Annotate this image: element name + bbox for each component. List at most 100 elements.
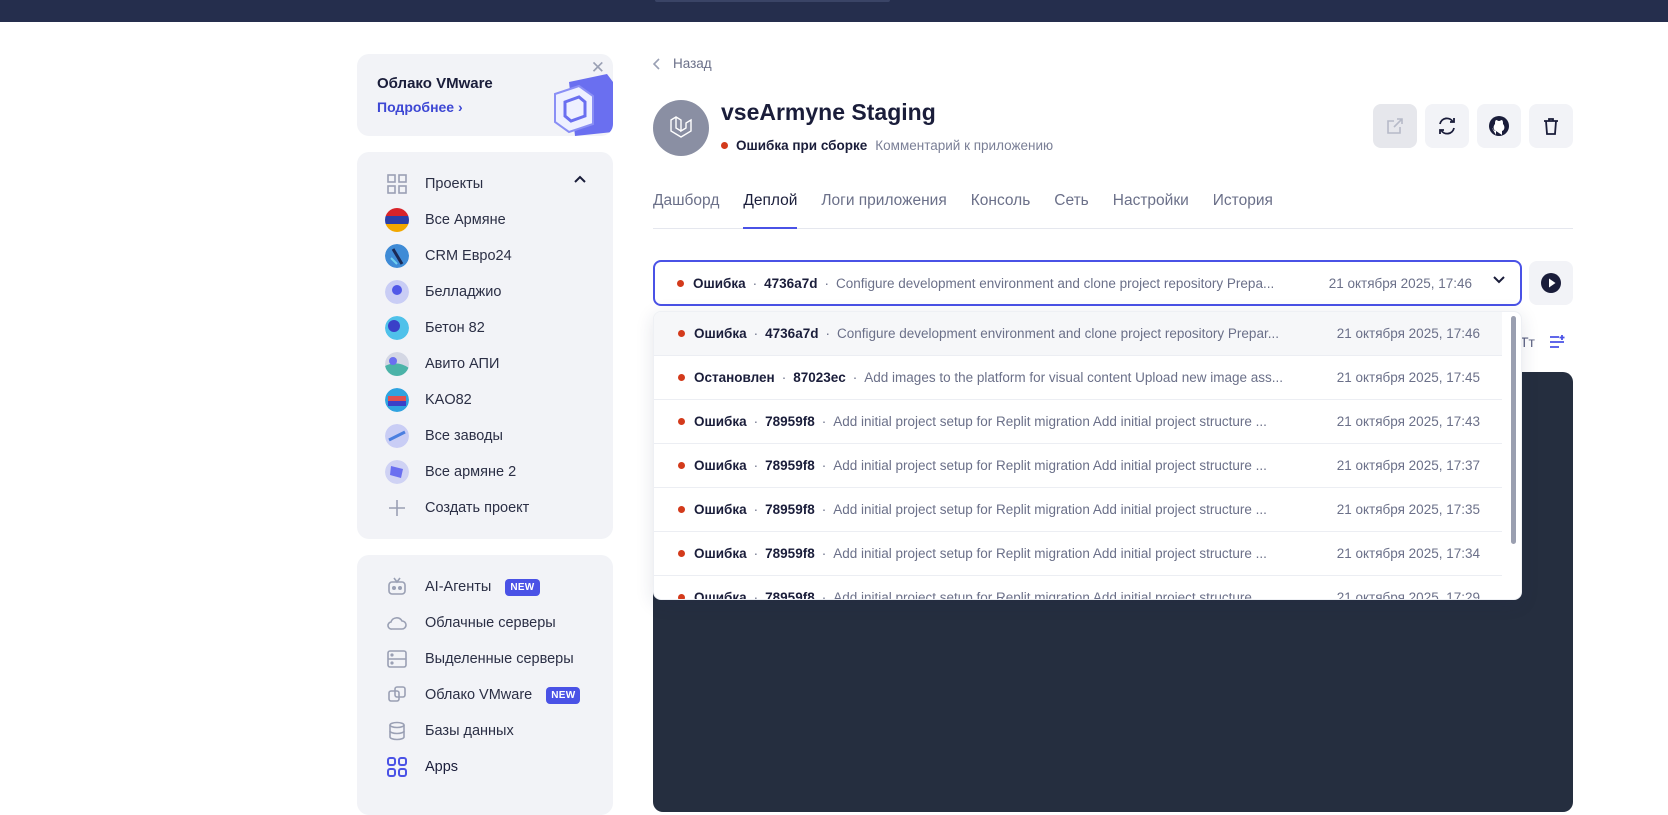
chevron-left-icon bbox=[653, 57, 660, 70]
deploy-status: Ошибка bbox=[694, 502, 747, 517]
back-link[interactable]: Назад bbox=[653, 56, 712, 71]
tab-settings[interactable]: Настройки bbox=[1113, 190, 1189, 229]
project-label: Все армяне 2 bbox=[425, 464, 517, 480]
open-external-button[interactable] bbox=[1373, 104, 1417, 148]
project-item[interactable]: Белладжио bbox=[385, 280, 501, 304]
project-label: CRM Евро24 bbox=[425, 248, 512, 264]
project-avatar bbox=[385, 280, 409, 304]
deploy-option[interactable]: Ошибка · 78959f8 · Add initial project set… bbox=[654, 532, 1502, 576]
deploy-message: Add initial project setup for Replit mig… bbox=[833, 546, 1267, 561]
deploy-message: Add initial project setup for Replit mig… bbox=[833, 590, 1267, 600]
status-dot bbox=[678, 374, 685, 381]
tab-app-logs[interactable]: Логи приложения bbox=[821, 190, 946, 229]
project-label: Все Армяне bbox=[425, 212, 506, 228]
project-item[interactable]: Авито АПИ bbox=[385, 352, 499, 376]
refresh-icon bbox=[1439, 117, 1455, 135]
app-comment-link[interactable]: Комментарий к приложению bbox=[875, 138, 1053, 153]
tab-console[interactable]: Консоль bbox=[971, 190, 1031, 229]
project-item[interactable]: Бетон 82 bbox=[385, 316, 485, 340]
project-avatar bbox=[385, 388, 409, 412]
redeploy-button[interactable] bbox=[1425, 104, 1469, 148]
deploy-select[interactable]: Ошибка · 4736a7d · Configure development… bbox=[653, 260, 1522, 306]
project-item[interactable]: Все заводы bbox=[385, 424, 503, 448]
promo-link-label: Подробнее bbox=[377, 99, 455, 115]
plus-icon bbox=[385, 496, 409, 520]
nav-item-vmware[interactable]: Облако VMware NEW bbox=[385, 683, 581, 707]
new-badge: NEW bbox=[505, 578, 540, 596]
status-dot bbox=[678, 462, 685, 469]
github-button[interactable] bbox=[1477, 104, 1521, 148]
top-bar bbox=[0, 0, 1668, 22]
status-text: Ошибка при сборке bbox=[736, 138, 868, 153]
tab-network[interactable]: Сеть bbox=[1054, 190, 1088, 229]
deploy-message: Add initial project setup for Replit mig… bbox=[833, 502, 1267, 517]
dropdown-scrollbar[interactable] bbox=[1511, 316, 1516, 544]
vmware-icon bbox=[385, 683, 409, 707]
nav-item-ai-agents[interactable]: AI-Агенты NEW bbox=[385, 575, 540, 599]
log-toolbar: Тт bbox=[1520, 334, 1565, 350]
projects-header-label: Проекты bbox=[425, 176, 484, 192]
deploy-status: Ошибка bbox=[693, 275, 746, 291]
status-dot bbox=[678, 594, 685, 599]
wrap-lines-icon[interactable] bbox=[1549, 335, 1565, 349]
deploy-date: 21 октября 2025, 17:37 bbox=[1336, 458, 1480, 473]
deploy-date: 21 октября 2025, 17:29 bbox=[1336, 590, 1480, 600]
nav-item-dedicated-servers[interactable]: Выделенные серверы bbox=[385, 647, 574, 671]
project-item[interactable]: Все Армяне bbox=[385, 208, 506, 232]
deploy-date: 21 октября 2025, 17:43 bbox=[1336, 414, 1480, 429]
trash-icon bbox=[1544, 118, 1558, 135]
deploy-hash: 4736a7d bbox=[765, 326, 819, 341]
project-avatar bbox=[385, 424, 409, 448]
projects-header[interactable]: Проекты bbox=[385, 172, 483, 196]
top-search-stub[interactable] bbox=[655, 0, 890, 2]
tab-deploy[interactable]: Деплой bbox=[743, 190, 798, 229]
deploy-option[interactable]: Ошибка · 78959f8 · Add initial project set… bbox=[654, 576, 1502, 600]
project-item[interactable]: Все армяне 2 bbox=[385, 460, 516, 484]
font-size-toggle[interactable]: Тт bbox=[1520, 334, 1535, 350]
tab-history[interactable]: История bbox=[1213, 190, 1273, 229]
project-label: Бетон 82 bbox=[425, 320, 485, 336]
projects-panel: Проекты Все Армяне CRM Евро24 Белладжио … bbox=[357, 152, 613, 539]
deploy-message: Add initial project setup for Replit mig… bbox=[833, 458, 1267, 473]
project-item[interactable]: KAO82 bbox=[385, 388, 472, 412]
vmware-illustration bbox=[554, 74, 613, 136]
deploy-status: Ошибка bbox=[694, 546, 747, 561]
chevron-up-icon[interactable] bbox=[573, 174, 587, 184]
deploy-hash: 78959f8 bbox=[765, 502, 815, 517]
deploy-message: Configure development environment and cl… bbox=[836, 326, 1279, 341]
back-label: Назад bbox=[673, 56, 712, 71]
deploy-option[interactable]: Ошибка · 4736a7d · Configure development e… bbox=[654, 312, 1502, 356]
tab-dashboard[interactable]: Дашборд bbox=[653, 190, 719, 229]
app-status: Ошибка при сборке Комментарий к приложен… bbox=[721, 138, 1053, 153]
run-deploy-button[interactable] bbox=[1529, 261, 1573, 305]
promo-link[interactable]: Подробнее › bbox=[377, 99, 463, 115]
project-label: KAO82 bbox=[425, 392, 472, 408]
deploy-option[interactable]: Остановлен · 87023ec · Add images to the p… bbox=[654, 356, 1502, 400]
project-label: Все заводы bbox=[425, 428, 503, 444]
project-avatar bbox=[385, 460, 409, 484]
cloud-icon bbox=[385, 611, 409, 635]
deploy-option[interactable]: Ошибка · 78959f8 · Add initial project set… bbox=[654, 444, 1502, 488]
nav-item-cloud-servers[interactable]: Облачные серверы bbox=[385, 611, 556, 635]
nav-item-apps[interactable]: Apps bbox=[385, 755, 458, 779]
nav-item-databases[interactable]: Базы данных bbox=[385, 719, 514, 743]
create-project-button[interactable]: Создать проект bbox=[385, 496, 529, 520]
play-icon bbox=[1541, 273, 1561, 293]
nav-label: AI-Агенты bbox=[425, 579, 492, 595]
deploy-option[interactable]: Ошибка · 78959f8 · Add initial project set… bbox=[654, 400, 1502, 444]
delete-button[interactable] bbox=[1529, 104, 1573, 148]
status-dot bbox=[678, 418, 685, 425]
deploy-dropdown: Ошибка · 4736a7d · Configure development e… bbox=[653, 311, 1522, 600]
project-label: Белладжио bbox=[425, 284, 502, 300]
nav-label: Базы данных bbox=[425, 723, 514, 739]
deploy-message: Add initial project setup for Replit mig… bbox=[833, 414, 1267, 429]
deploy-status: Ошибка bbox=[694, 326, 747, 341]
deploy-hash: 78959f8 bbox=[765, 590, 815, 600]
deploy-hash: 78959f8 bbox=[765, 414, 815, 429]
deploy-message: Add images to the platform for visual co… bbox=[864, 370, 1283, 385]
status-dot bbox=[678, 550, 685, 557]
deploy-option[interactable]: Ошибка · 78959f8 · Add initial project set… bbox=[654, 488, 1502, 532]
deploy-hash: 87023ec bbox=[793, 370, 846, 385]
project-item[interactable]: CRM Евро24 bbox=[385, 244, 512, 268]
promo-card: Облако VMware Подробнее › ✕ bbox=[357, 54, 613, 136]
